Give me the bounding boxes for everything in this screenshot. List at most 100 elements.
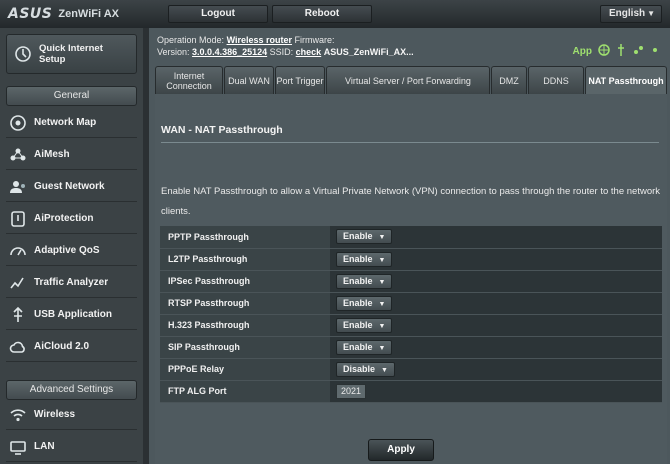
usb-status-icon[interactable] bbox=[616, 44, 626, 59]
pptp-select[interactable]: Enable ▼ bbox=[336, 229, 393, 245]
h323-select[interactable]: Enable ▼ bbox=[336, 317, 393, 333]
page-description: Enable NAT Passthrough to allow a Virtua… bbox=[161, 186, 661, 217]
sidebar-item-label: Guest Network bbox=[34, 181, 105, 192]
sidebar-item-wireless[interactable]: Wireless bbox=[6, 400, 137, 430]
internet-status-icon[interactable] bbox=[598, 44, 610, 59]
ftp-alg-port-input[interactable]: 2021 bbox=[336, 383, 366, 399]
ftp-alg-port-label: FTP ALG Port bbox=[160, 380, 330, 403]
table-row: RTSP Passthrough Enable ▼ bbox=[160, 292, 662, 315]
version-label: Version: bbox=[157, 47, 190, 57]
language-label: English bbox=[609, 8, 646, 19]
tab-nat-passthrough[interactable]: NAT Passthrough bbox=[585, 66, 667, 94]
table-row: PPTP Passthrough Enable ▼ bbox=[160, 226, 662, 249]
operation-mode-label: Operation Mode: bbox=[157, 35, 225, 45]
operation-mode-link[interactable]: Wireless router bbox=[227, 35, 292, 45]
rtsp-label: RTSP Passthrough bbox=[160, 292, 330, 315]
network-map-icon bbox=[8, 114, 28, 132]
table-row: L2TP Passthrough Enable ▼ bbox=[160, 248, 662, 271]
sip-label: SIP Passthrough bbox=[160, 336, 330, 359]
chevron-down-icon: ▼ bbox=[378, 344, 386, 352]
router-model: ZenWiFi AX bbox=[58, 8, 119, 20]
status-bar: Operation Mode: Wireless router Firmware… bbox=[157, 34, 414, 58]
chevron-down-icon: ▼ bbox=[378, 278, 386, 286]
table-row: PPPoE Relay Disable ▼ bbox=[160, 358, 662, 381]
chevron-down-icon: ▼ bbox=[378, 234, 386, 242]
sip-value: Enable bbox=[343, 341, 373, 352]
more-status-icon[interactable] bbox=[650, 45, 660, 58]
sidebar-item-label: AiCloud 2.0 bbox=[34, 341, 90, 352]
ipsec-label: IPSec Passthrough bbox=[160, 270, 330, 293]
l2tp-label: L2TP Passthrough bbox=[160, 248, 330, 271]
rtsp-select[interactable]: Enable ▼ bbox=[336, 295, 393, 311]
sidebar-item-label: AiProtection bbox=[34, 213, 94, 224]
l2tp-select[interactable]: Enable ▼ bbox=[336, 251, 393, 267]
firmware-version-link[interactable]: 3.0.0.4.386_25124 bbox=[192, 47, 267, 57]
brand-logo: ASUS bbox=[8, 6, 53, 22]
chevron-down-icon: ▼ bbox=[378, 256, 386, 264]
h323-value: Enable bbox=[343, 319, 373, 330]
ssid-label: SSID: bbox=[269, 47, 294, 57]
tab-bar: Internet Connection Dual WAN Port Trigge… bbox=[155, 66, 667, 94]
aiprotection-icon bbox=[8, 210, 28, 228]
tab-virtual-server[interactable]: Virtual Server / Port Forwarding bbox=[326, 66, 490, 94]
settings-table: PPTP Passthrough Enable ▼ L2TP Passthroug… bbox=[160, 226, 662, 403]
page-title: WAN - NAT Passthrough bbox=[161, 124, 283, 136]
sidebar-item-network-map[interactable]: Network Map bbox=[6, 108, 137, 138]
tab-dmz[interactable]: DMZ bbox=[491, 66, 527, 94]
logout-button[interactable]: Logout bbox=[168, 5, 268, 23]
check-firmware-link[interactable]: check bbox=[296, 47, 322, 57]
sidebar-item-guest-network[interactable]: Guest Network bbox=[6, 172, 137, 202]
tab-port-trigger[interactable]: Port Trigger bbox=[275, 66, 325, 94]
firmware-label: Firmware: bbox=[294, 35, 335, 45]
tab-dual-wan[interactable]: Dual WAN bbox=[224, 66, 274, 94]
sidebar-item-usb-application[interactable]: USB Application bbox=[6, 300, 137, 330]
chevron-down-icon: ▼ bbox=[647, 9, 655, 18]
title-divider bbox=[161, 142, 659, 143]
lan-icon bbox=[8, 438, 28, 456]
quick-setup-label: Quick Internet Setup bbox=[39, 43, 103, 65]
sidebar-item-label: Traffic Analyzer bbox=[34, 277, 109, 288]
pppoe-relay-value: Disable bbox=[343, 363, 376, 374]
sidebar: Quick Internet Setup General Network Map… bbox=[0, 28, 143, 464]
pppoe-relay-select[interactable]: Disable ▼ bbox=[336, 361, 395, 377]
logo: ASUS ZenWiFi AX bbox=[8, 5, 119, 23]
table-row: FTP ALG Port 2021 bbox=[160, 380, 662, 403]
pppoe-relay-label: PPPoE Relay bbox=[160, 358, 330, 381]
traffic-analyzer-icon bbox=[8, 274, 28, 292]
sidebar-item-adaptive-qos[interactable]: Adaptive QoS bbox=[6, 236, 137, 266]
table-row: H.323 Passthrough Enable ▼ bbox=[160, 314, 662, 337]
status-icons: App bbox=[573, 44, 660, 59]
tab-internet-connection[interactable]: Internet Connection bbox=[155, 66, 223, 94]
quick-setup-icon bbox=[13, 45, 33, 63]
table-row: SIP Passthrough Enable ▼ bbox=[160, 336, 662, 359]
chevron-down-icon: ▼ bbox=[378, 300, 386, 308]
sidebar-item-label: AiMesh bbox=[34, 149, 70, 160]
language-select[interactable]: English ▼ bbox=[600, 5, 662, 23]
general-section-header: General bbox=[6, 86, 137, 106]
tab-ddns[interactable]: DDNS bbox=[528, 66, 584, 94]
guest-network-icon bbox=[8, 178, 28, 196]
top-bar: ASUS ZenWiFi AX Logout Reboot English ▼ bbox=[0, 0, 670, 28]
sidebar-item-aimesh[interactable]: AiMesh bbox=[6, 140, 137, 170]
advanced-section-header: Advanced Settings bbox=[6, 380, 137, 400]
pptp-label: PPTP Passthrough bbox=[160, 226, 330, 249]
sidebar-item-aicloud[interactable]: AiCloud 2.0 bbox=[6, 332, 137, 362]
adaptive-qos-icon bbox=[8, 242, 28, 260]
usb-application-icon bbox=[8, 306, 28, 324]
sidebar-item-aiprotection[interactable]: AiProtection bbox=[6, 204, 137, 234]
sip-select[interactable]: Enable ▼ bbox=[336, 339, 393, 355]
h323-label: H.323 Passthrough bbox=[160, 314, 330, 337]
table-row: IPSec Passthrough Enable ▼ bbox=[160, 270, 662, 293]
app-link[interactable]: App bbox=[573, 46, 592, 57]
main-content: Operation Mode: Wireless router Firmware… bbox=[149, 28, 670, 464]
sidebar-item-lan[interactable]: LAN bbox=[6, 432, 137, 462]
sidebar-item-traffic-analyzer[interactable]: Traffic Analyzer bbox=[6, 268, 137, 298]
ipsec-value: Enable bbox=[343, 275, 373, 286]
apply-button[interactable]: Apply bbox=[368, 439, 434, 461]
device-status-icon[interactable] bbox=[632, 44, 644, 59]
quick-internet-setup-button[interactable]: Quick Internet Setup bbox=[6, 34, 137, 74]
reboot-button[interactable]: Reboot bbox=[272, 5, 372, 23]
ipsec-select[interactable]: Enable ▼ bbox=[336, 273, 393, 289]
sidebar-item-label: LAN bbox=[34, 441, 55, 452]
l2tp-value: Enable bbox=[343, 253, 373, 264]
